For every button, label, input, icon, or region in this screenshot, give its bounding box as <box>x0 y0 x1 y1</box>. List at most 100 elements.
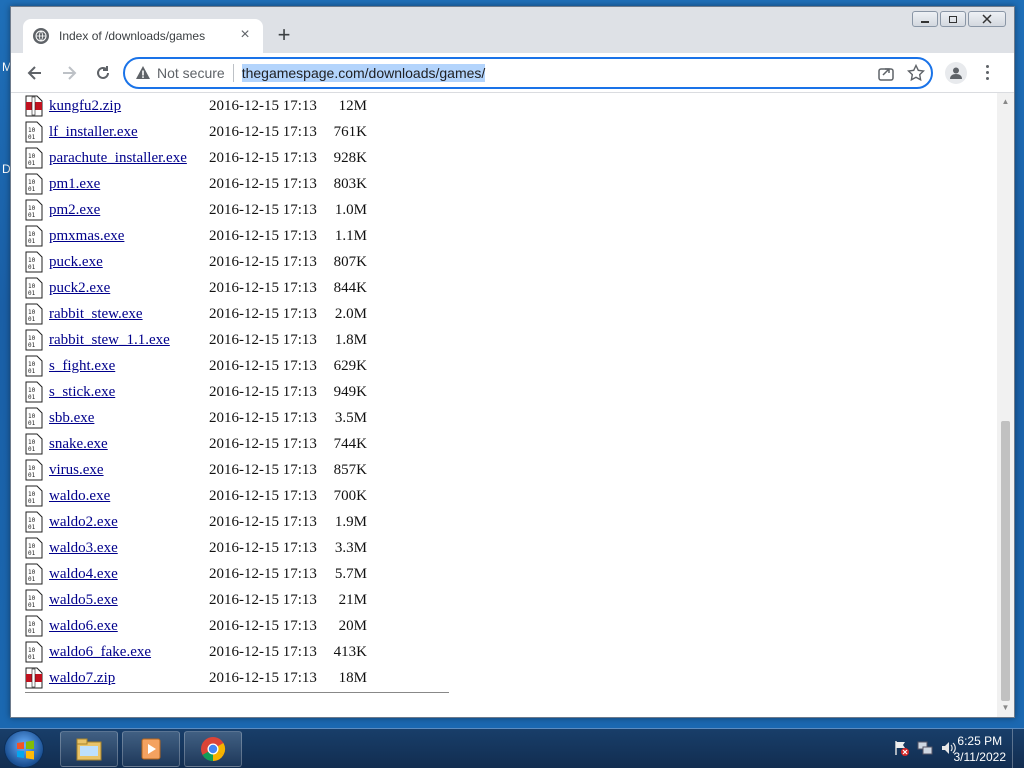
file-link[interactable]: puck2.exe <box>49 280 110 297</box>
binary-file-icon: 10 01 <box>25 511 43 533</box>
file-date: 2016-12-15 17:13 <box>209 331 317 348</box>
scroll-down-icon[interactable]: ▼ <box>997 701 1014 715</box>
taskbar-chrome[interactable] <box>184 731 242 767</box>
file-link[interactable]: lf_installer.exe <box>49 124 138 141</box>
binary-file-icon: 10 01 <box>25 641 43 663</box>
warning-icon[interactable] <box>135 65 151 81</box>
file-link[interactable]: waldo2.exe <box>49 514 118 531</box>
file-link[interactable]: puck.exe <box>49 254 103 271</box>
profile-button[interactable] <box>945 61 967 84</box>
system-tray <box>892 739 958 757</box>
network-icon[interactable] <box>916 739 934 757</box>
binary-file-icon: 10 01 <box>25 563 43 585</box>
file-link[interactable]: waldo5.exe <box>49 592 118 609</box>
taskbar-file-explorer[interactable] <box>60 731 118 767</box>
file-size: 18M <box>338 669 367 686</box>
file-link[interactable]: rabbit_stew.exe <box>49 306 143 323</box>
file-link[interactable]: pm1.exe <box>49 176 100 193</box>
bookmark-star-icon[interactable] <box>907 64 925 82</box>
file-date: 2016-12-15 17:13 <box>209 97 317 114</box>
clock-time: 6:25 PM <box>957 734 1003 748</box>
file-size: 928K <box>333 149 367 166</box>
close-icon <box>982 14 992 24</box>
browser-menu-button[interactable] <box>977 63 997 83</box>
new-tab-button[interactable]: + <box>273 24 295 47</box>
file-link[interactable]: virus.exe <box>49 462 104 479</box>
reload-button[interactable] <box>87 57 119 89</box>
file-date: 2016-12-15 17:13 <box>209 305 317 322</box>
file-link[interactable]: waldo3.exe <box>49 540 118 557</box>
tab-active[interactable]: Index of /downloads/games × <box>23 19 263 53</box>
close-icon[interactable]: × <box>237 27 253 44</box>
svg-text:10: 10 <box>28 621 36 628</box>
binary-file-icon: 10 01 <box>25 615 43 637</box>
file-link[interactable]: waldo6_fake.exe <box>49 644 151 661</box>
address-bar[interactable]: Not secure thegamespage.com/downloads/ga… <box>123 57 933 89</box>
system-clock[interactable]: 6:25 PM 3/11/2022 <box>954 733 1007 765</box>
file-link[interactable]: sbb.exe <box>49 410 94 427</box>
file-date: 2016-12-15 17:13 <box>209 669 317 686</box>
scrollbar-thumb[interactable] <box>1001 421 1010 701</box>
file-size: 20M <box>338 617 367 634</box>
binary-file-icon: 10 01 <box>25 303 43 325</box>
file-date: 2016-12-15 17:13 <box>209 565 317 582</box>
media-player-icon <box>141 738 161 760</box>
chrome-icon <box>201 737 226 761</box>
file-link[interactable]: waldo7.zip <box>49 670 115 687</box>
binary-file-icon: 10 01 <box>25 251 43 273</box>
file-link[interactable]: snake.exe <box>49 436 108 453</box>
maximize-button[interactable] <box>940 11 966 27</box>
svg-text:01: 01 <box>28 628 36 635</box>
file-date: 2016-12-15 17:13 <box>209 643 317 660</box>
svg-text:01: 01 <box>28 524 36 531</box>
action-center-flag-icon[interactable] <box>892 739 910 757</box>
file-link[interactable]: pmxmas.exe <box>49 228 124 245</box>
binary-file-icon: 10 01 <box>25 147 43 169</box>
svg-text:10: 10 <box>28 465 36 472</box>
svg-text:01: 01 <box>28 264 36 271</box>
scroll-up-icon[interactable]: ▲ <box>997 95 1014 109</box>
url-text[interactable]: thegamespage.com/downloads/games/ <box>241 64 486 82</box>
security-status[interactable]: Not secure <box>157 65 225 81</box>
file-size: 949K <box>333 383 367 400</box>
file-link[interactable]: s_stick.exe <box>49 384 115 401</box>
table-row: 10 01 virus.exe 2016-12-15 17:13 857K <box>25 457 367 483</box>
file-link[interactable]: s_fight.exe <box>49 358 115 375</box>
svg-text:01: 01 <box>28 498 36 505</box>
taskbar-media-player[interactable] <box>122 731 180 767</box>
scrollbar[interactable]: ▲ ▼ <box>997 93 1014 717</box>
file-size: 3.5M <box>334 409 367 426</box>
svg-text:01: 01 <box>28 654 36 661</box>
file-link[interactable]: rabbit_stew_1.1.exe <box>49 332 170 349</box>
back-button[interactable] <box>19 57 51 89</box>
file-date: 2016-12-15 17:13 <box>209 253 317 270</box>
svg-text:10: 10 <box>28 543 36 550</box>
minimize-button[interactable] <box>912 11 938 27</box>
file-size: 1.1M <box>334 227 367 244</box>
share-icon[interactable] <box>877 64 895 82</box>
svg-text:10: 10 <box>28 439 36 446</box>
file-link[interactable]: pm2.exe <box>49 202 100 219</box>
file-link[interactable]: kungfu2.zip <box>49 98 121 115</box>
file-size: 12M <box>338 97 367 114</box>
forward-button[interactable] <box>53 57 85 89</box>
close-window-button[interactable] <box>968 11 1006 27</box>
restore-icon <box>949 16 957 23</box>
file-link[interactable]: waldo4.exe <box>49 566 118 583</box>
file-size: 744K <box>333 435 367 452</box>
table-row: 10 01 sbb.exe 2016-12-15 17:13 3.5M <box>25 405 367 431</box>
tab-strip: Index of /downloads/games × + <box>11 7 1014 53</box>
table-row: 10 01 snake.exe 2016-12-15 17:13 744K <box>25 431 367 457</box>
binary-file-icon: 10 01 <box>25 199 43 221</box>
svg-text:10: 10 <box>28 595 36 602</box>
svg-text:10: 10 <box>28 647 36 654</box>
file-link[interactable]: waldo.exe <box>49 488 110 505</box>
table-row: 10 01 puck2.exe 2016-12-15 17:13 844K <box>25 275 367 301</box>
globe-icon <box>33 28 49 44</box>
file-link[interactable]: parachute_installer.exe <box>49 150 187 167</box>
file-link[interactable]: waldo6.exe <box>49 618 118 635</box>
svg-text:10: 10 <box>28 231 36 238</box>
show-desktop-button[interactable] <box>1012 729 1024 768</box>
svg-text:10: 10 <box>28 361 36 368</box>
start-button[interactable] <box>4 730 44 768</box>
